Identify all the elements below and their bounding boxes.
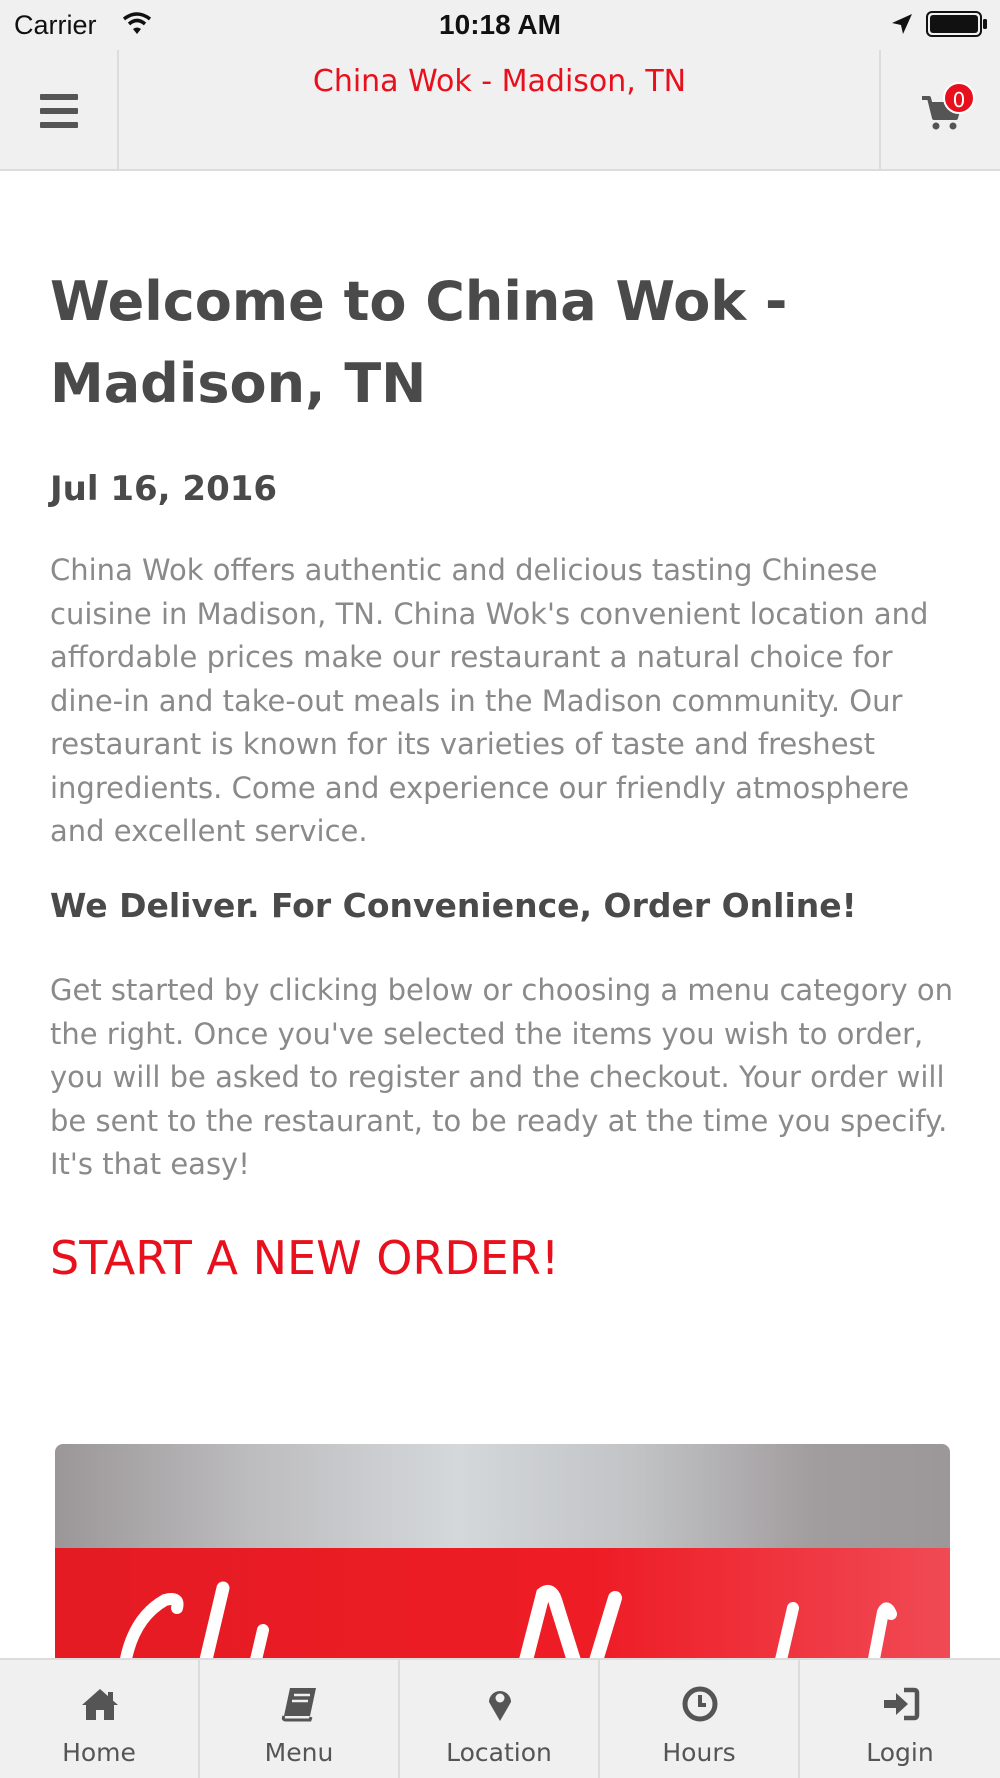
tab-menu[interactable]: Menu (200, 1660, 400, 1778)
menu-toggle-button[interactable] (0, 50, 119, 169)
tab-menu-label: Menu (264, 1738, 334, 1767)
status-time: 10:18 AM (439, 9, 561, 40)
delivery-heading: We Deliver. For Convenience, Order Onlin… (50, 886, 857, 925)
tab-hours-label: Hours (662, 1738, 736, 1767)
intro-paragraph: China Wok offers authentic and delicious… (50, 553, 929, 848)
book-icon (281, 1688, 316, 1722)
home-icon (82, 1689, 118, 1720)
instructions-paragraph: Get started by clicking below or choosin… (50, 973, 953, 1181)
app-header: China Wok - Madison, TN 0 (0, 50, 1000, 171)
tab-home-label: Home (62, 1738, 136, 1767)
tab-login-label: Login (866, 1738, 934, 1767)
start-new-order-link[interactable]: START A NEW ORDER! (50, 1231, 559, 1285)
banner-metal-strip (55, 1444, 950, 1548)
bottom-tab-bar: Home Menu Location Hours Login (0, 1658, 1000, 1778)
tab-location-label: Location (446, 1738, 552, 1767)
tab-login[interactable]: Login (800, 1660, 1000, 1778)
status-bar: Carrier 10:18 AM (0, 0, 1000, 50)
cart-count-badge: 0 (943, 82, 975, 114)
tab-location[interactable]: Location (400, 1660, 600, 1778)
hamburger-icon (40, 94, 78, 128)
post-date: Jul 16, 2016 (50, 469, 278, 509)
restaurant-logo-image (119, 1581, 897, 1664)
battery-icon (926, 11, 987, 37)
banner-logo-area (55, 1548, 950, 1664)
header-title: China Wok - Madison, TN (312, 64, 687, 99)
cart-button[interactable]: 0 (879, 50, 1000, 169)
restaurant-banner-image (55, 1444, 950, 1664)
map-pin-icon (489, 1691, 511, 1721)
sign-in-icon (884, 1687, 920, 1721)
location-arrow-icon (892, 14, 912, 34)
tab-home[interactable]: Home (0, 1660, 200, 1778)
page-title: Welcome to China Wok - Madison, TN (50, 270, 788, 415)
tab-hours[interactable]: Hours (600, 1660, 800, 1778)
clock-icon (682, 1686, 718, 1722)
